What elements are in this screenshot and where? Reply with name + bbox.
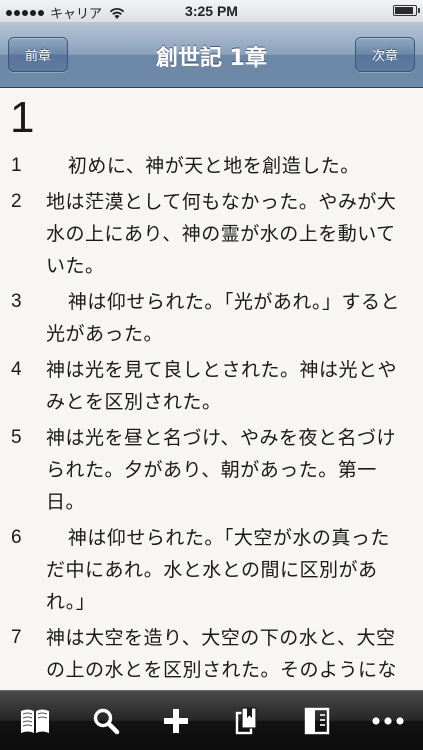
verse-number: 6 [11,527,22,548]
scripture-content[interactable]: 1 1 初めに、神が天と地を創造した。 2 地は茫漠として何もなかった。やみが大水の上… [0,88,423,690]
verse-number: 5 [11,427,22,448]
search-icon [93,708,119,734]
verse-number: 4 [11,359,22,380]
plus-icon [164,708,189,733]
verse-number: 3 [11,291,22,312]
verse-number: 7 [11,627,22,648]
verse-row[interactable]: 6 神は仰せられた。「大空が水の真っただ中にあれ。水と水との間に区別があれ。」 [0,522,423,618]
status-bar: キャリア 3:25 PM [0,0,423,22]
verse-text: 神は光を見て良しとされた。神は光とやみとを区別された。 [46,359,398,413]
verse-row[interactable]: 4 神は光を見て良しとされた。神は光とやみとを区別された。 [0,354,423,418]
verse-row[interactable]: 1 初めに、神が天と地を創造した。 [0,150,423,182]
verse-row[interactable]: 7 神は大空を造り、大空の下の水と、大空の上の水とを区別された。そのようになった。 [0,622,423,690]
bottom-toolbar [0,690,423,750]
verse-text: 神は大空を造り、大空の下の水と、大空の上の水とを区別された。そのようになった。 [46,627,398,681]
verse-list: 1 初めに、神が天と地を創造した。 2 地は茫漠として何もなかった。やみが大水の上にあ… [0,150,423,690]
navigation-bar: 前章 創世記 1章 次章 [0,22,423,88]
verse-row[interactable]: 3 神は仰せられた。「光があれ。」すると光があった。 [0,286,423,350]
book-icon [21,709,50,733]
status-time: 3:25 PM [185,3,238,19]
verse-number: 1 [11,155,22,176]
verse-number: 2 [11,191,22,212]
verse-text: 初めに、神が天と地を創造した。 [67,155,360,177]
bookmark-icon [235,706,257,734]
book-list-button[interactable] [7,696,63,746]
chapter-number: 1 [10,93,35,142]
verse-row[interactable]: 5 神は光を昼と名づけ、やみを夜と名づけられた。夕があり、朝があった。第一日。 [0,422,423,518]
verse-text: 神は仰せられた。「大空が水の真っただ中にあれ。水と水との間に区別があれ。」 [46,527,390,613]
more-icon [372,716,404,725]
add-button[interactable] [148,696,204,746]
page-title: 創世記 1章 [156,46,267,71]
search-button[interactable] [78,696,134,746]
more-button[interactable] [360,696,416,746]
previous-chapter-button[interactable]: 前章 [8,37,68,72]
battery-icon [393,5,420,16]
verse-text: 地は茫漠として何もなかった。やみが大水の上にあり、神の霊が水の上を動いていた。 [46,191,397,277]
battery-level [395,7,414,14]
verse-text: 神は仰せられた。「光があれ。」すると光があった。 [46,291,401,345]
compare-icon [305,707,330,734]
bookmark-button[interactable] [219,696,275,746]
verse-text: 神は光を昼と名づけ、やみを夜と名づけられた。夕があり、朝があった。第一日。 [46,427,397,513]
compare-view-button[interactable] [289,696,345,746]
verse-row[interactable]: 2 地は茫漠として何もなかった。やみが大水の上にあり、神の霊が水の上を動いていた。 [0,186,423,282]
next-chapter-button[interactable]: 次章 [355,37,415,72]
